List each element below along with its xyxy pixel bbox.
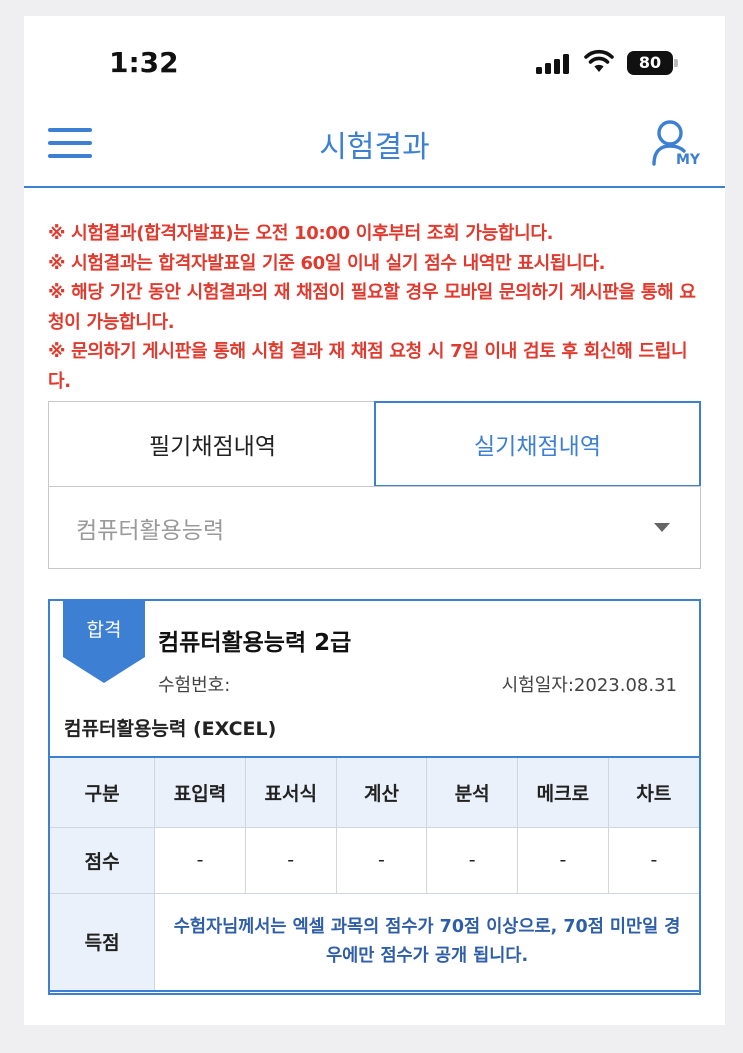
status-time: 1:32 xyxy=(109,46,179,79)
score-cell: - xyxy=(244,826,337,894)
score-table: 구분 표입력 표서식 계산 분석 메크로 차트 점수 - - - - - - 득… xyxy=(48,756,702,992)
status-bar: 1:32 80 xyxy=(24,16,725,106)
table-row: 득점 수험자님께서는 엑셀 과목의 점수가 70점 이상으로, 70점 미만일 … xyxy=(48,892,702,992)
notice-list: ※ 시험결과(합격자발표)는 오전 10:00 이후부터 조회 가능합니다. ※… xyxy=(48,219,708,396)
score-cell: - xyxy=(517,826,609,894)
score-cell: - xyxy=(607,826,701,894)
table-row: 점수 - - - - - - xyxy=(48,826,701,894)
exam-number-label: 수험번호: xyxy=(158,675,231,696)
score-cell: - xyxy=(426,826,519,894)
notice-item: ※ 해당 기간 동안 시험결과의 재 채점이 필요할 경우 모바일 문의하기 게… xyxy=(48,282,696,333)
table-header-cell: 표입력 xyxy=(154,756,246,828)
pass-badge: 합격 xyxy=(86,619,122,641)
tab-practical-scores[interactable]: 실기채점내역 xyxy=(374,401,701,487)
table-header-cell: 표서식 xyxy=(244,756,337,828)
score-row-label: 점수 xyxy=(48,826,156,894)
exam-date: 시험일자:2023.08.31 xyxy=(501,675,677,696)
app-header: 시험결과 MY xyxy=(24,116,725,188)
notice-item: ※ 문의하기 게시판을 통해 시험 결과 재 채점 요청 시 7일 이내 검토 … xyxy=(48,341,688,392)
tab-written-scores[interactable]: 필기채점내역 xyxy=(48,401,376,487)
wifi-icon xyxy=(584,49,614,72)
score-tabs: 필기채점내역 실기채점내역 xyxy=(48,401,701,487)
page-title: 시험결과 xyxy=(319,130,430,165)
phone-screen: 1:32 80 시험결과 MY ※ 시험결과(합격자발표)는 오전 10:00 … xyxy=(24,16,725,1025)
notice-item: ※ 시험결과(합격자발표)는 오전 10:00 이후부터 조회 가능합니다. xyxy=(48,223,554,244)
battery-tip xyxy=(674,59,678,67)
signal-icon xyxy=(536,54,572,74)
exam-type-select-value: 컴퓨터활용능력 xyxy=(76,518,225,544)
table-header-cell: 구분 xyxy=(48,756,156,828)
score-cell: - xyxy=(154,826,246,894)
grade-row-label: 득점 xyxy=(48,892,156,992)
battery-level: 80 xyxy=(638,53,662,72)
my-label: MY xyxy=(676,152,701,168)
table-header-cell: 분석 xyxy=(426,756,519,828)
battery-icon: 80 xyxy=(627,51,673,75)
notice-item: ※ 시험결과는 합격자발표일 기준 60일 이내 실기 점수 내역만 표시됩니다… xyxy=(48,252,606,274)
table-header-row: 구분 표입력 표서식 계산 분석 메크로 차트 xyxy=(48,756,701,828)
dropdown-arrow-icon xyxy=(654,523,670,532)
exam-type-select[interactable]: 컴퓨터활용능력 xyxy=(48,486,701,569)
table-header-cell: 차트 xyxy=(607,756,701,828)
exam-name: 컴퓨터활용능력 2급 xyxy=(158,630,352,656)
table-header-cell: 메크로 xyxy=(517,756,609,828)
grade-notice: 수험자님께서는 엑셀 과목의 점수가 70점 이상으로, 70점 미만일 경우에… xyxy=(154,892,702,992)
score-cell: - xyxy=(335,826,428,894)
result-card: 합격 컴퓨터활용능력 2급 수험번호: 시험일자:2023.08.31 컴퓨터활… xyxy=(48,599,702,995)
pass-badge-icon xyxy=(63,601,145,683)
table-header-cell: 계산 xyxy=(335,756,428,828)
exam-subject: 컴퓨터활용능력 (EXCEL) xyxy=(64,718,277,740)
